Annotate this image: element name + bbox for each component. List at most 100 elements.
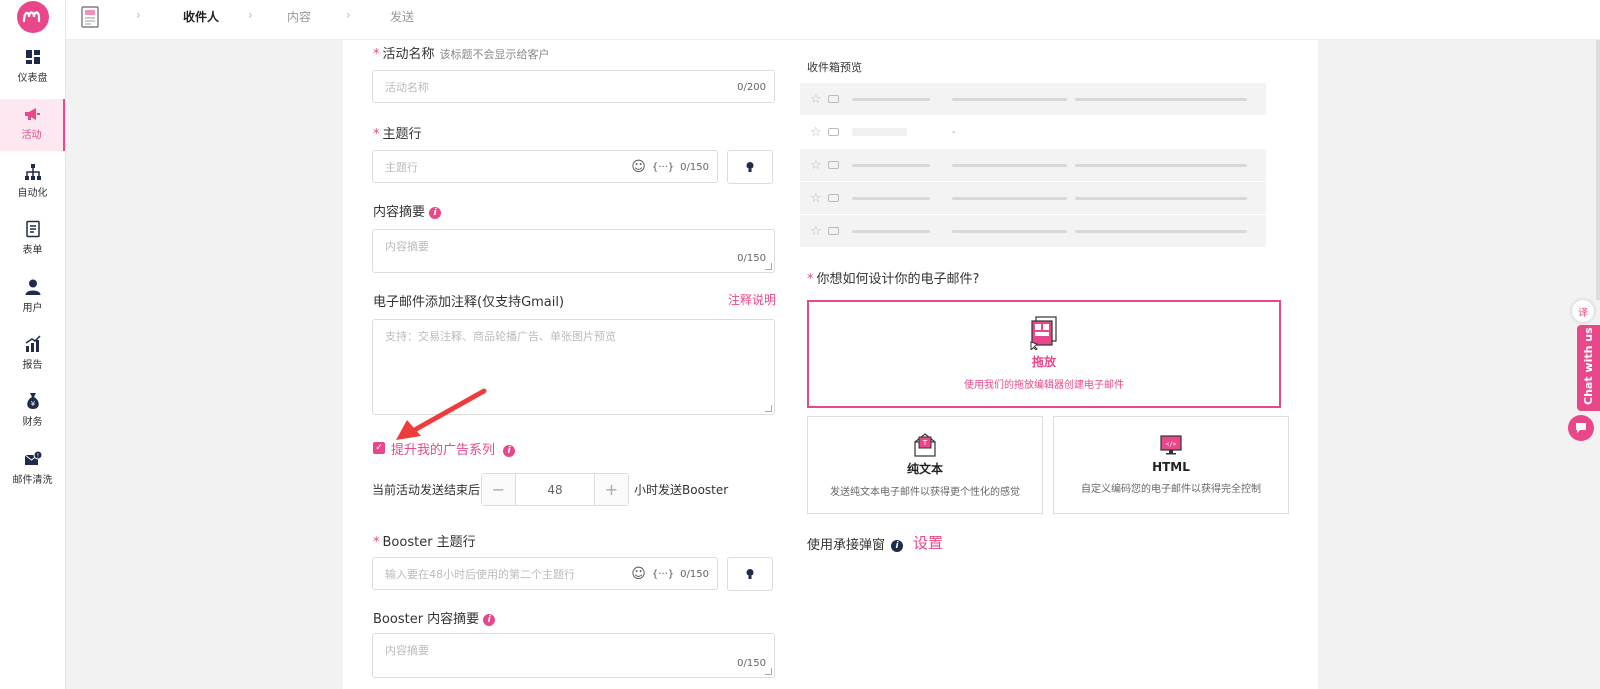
- form-icon: [25, 220, 40, 238]
- campaign-doc-icon: [81, 6, 99, 28]
- inbox-preview: ☆ ☆ - ☆ ☆ ☆: [800, 83, 1266, 248]
- sidebar-item-label: 活动: [21, 130, 42, 141]
- money-bag-icon: ¥: [26, 393, 39, 409]
- preview-row-current: ☆ -: [800, 116, 1266, 149]
- breadcrumb-step-recipients[interactable]: 收件人: [183, 8, 219, 25]
- hours-value[interactable]: 48: [515, 474, 595, 505]
- app-logo[interactable]: [17, 1, 49, 33]
- booster-hours-stepper[interactable]: − 48 +: [481, 473, 629, 506]
- emoji-icon[interactable]: ☺: [631, 159, 646, 175]
- chevron-right-icon: ›: [346, 8, 351, 22]
- variables-icon[interactable]: {···}: [652, 162, 674, 173]
- booster-delay-prefix: 当前活动发送结束后: [372, 483, 481, 497]
- char-count: 0/150: [680, 161, 709, 173]
- booster-subject-suggest-button[interactable]: [727, 557, 773, 591]
- popup-label: 使用承接弹窗 i: [807, 534, 904, 553]
- increment-button[interactable]: +: [595, 474, 628, 505]
- label-tag-icon: [828, 95, 839, 103]
- sidebar-item-mail-cleaning[interactable]: ! 邮件清洗: [0, 444, 65, 496]
- top-bar: › 收件人 › 内容 › 发送: [66, 0, 1600, 40]
- preview-row: ☆: [800, 149, 1266, 182]
- campaign-name-hint: 该标题不会显示给客户: [439, 48, 550, 61]
- sidebar-item-label: 邮件清洗: [12, 475, 53, 486]
- design-option-plain-text[interactable]: T 纯文本 发送纯文本电子邮件以获得更个性化的感觉: [807, 416, 1043, 514]
- svg-text:!: !: [36, 453, 38, 460]
- char-count: 0/150: [680, 568, 709, 580]
- campaign-name-input[interactable]: 活动名称 0/200: [372, 70, 775, 103]
- label-tag-icon: [828, 128, 839, 136]
- chevron-right-icon: ›: [136, 8, 141, 22]
- lightbulb-icon: [746, 569, 754, 579]
- svg-text:T: T: [922, 439, 928, 447]
- summary-label: 内容摘要 i: [373, 201, 442, 220]
- option-title: 拖放: [1031, 355, 1056, 369]
- envelope-icon: T: [914, 433, 936, 457]
- subject-input[interactable]: 主题行 ☺ {···} 0/150: [372, 150, 718, 183]
- star-icon: ☆: [810, 124, 822, 140]
- info-icon[interactable]: i: [891, 540, 904, 552]
- preview-row: ☆: [800, 215, 1266, 248]
- chat-bubble-button[interactable]: [1568, 415, 1594, 441]
- resize-handle[interactable]: [765, 263, 772, 270]
- design-question: * 你想如何设计你的电子邮件?: [807, 272, 980, 287]
- design-option-drag-drop[interactable]: 拖放 使用我们的拖放编辑器创建电子邮件: [807, 300, 1281, 408]
- breadcrumb-step-content[interactable]: 内容: [287, 8, 311, 25]
- translate-button[interactable]: 译: [1572, 300, 1594, 322]
- emoji-icon[interactable]: ☺: [631, 566, 646, 582]
- breadcrumb-step-send[interactable]: 发送: [390, 8, 414, 25]
- sidebar-item-label: 自动化: [17, 188, 48, 199]
- code-monitor-icon: </>: [1160, 435, 1182, 455]
- summary-textarea[interactable]: 内容摘要 0/150: [372, 229, 775, 273]
- info-icon[interactable]: i: [429, 207, 442, 219]
- scrollbar[interactable]: [1596, 40, 1600, 300]
- sidebar-item-label: 报告: [22, 360, 43, 371]
- booster-checkbox[interactable]: ✓: [373, 442, 385, 454]
- sidebar-item-finance[interactable]: ¥ 财务: [0, 386, 65, 438]
- resize-handle[interactable]: [765, 668, 772, 675]
- option-desc: 发送纯文本电子邮件以获得更个性化的感觉: [830, 487, 1020, 498]
- svg-text:¥: ¥: [30, 400, 35, 408]
- preview-row: ☆: [800, 182, 1266, 215]
- option-title: 纯文本: [906, 462, 943, 476]
- label-tag-icon: [828, 227, 839, 235]
- annotation-help-link[interactable]: 注释说明: [728, 291, 776, 308]
- mail-clean-icon: !: [24, 450, 42, 465]
- sidebar-item-campaigns[interactable]: 活动: [0, 99, 65, 151]
- char-count: 0/200: [737, 82, 766, 93]
- chat-icon: [1576, 423, 1586, 433]
- sidebar-item-forms[interactable]: 表单: [0, 214, 65, 266]
- label-tag-icon: [828, 194, 839, 202]
- sidebar-item-automation[interactable]: 自动化: [0, 157, 65, 209]
- subject-suggest-button[interactable]: [727, 150, 773, 184]
- booster-subject-label: * Booster 主题行: [373, 535, 476, 550]
- resize-handle[interactable]: [765, 405, 772, 412]
- preview-row: ☆: [800, 83, 1266, 116]
- chat-with-us-tab[interactable]: Chat with us: [1577, 325, 1600, 411]
- sidebar: 仪表盘 活动 自动化 表单 用户 报告 ¥ 财务 ! 邮件清洗: [0, 0, 66, 689]
- design-option-html[interactable]: </> HTML 自定义编码您的电子邮件以获得完全控制: [1053, 416, 1289, 514]
- option-title: HTML: [1152, 460, 1190, 474]
- megaphone-icon: [24, 108, 40, 120]
- annotation-label: 电子邮件添加注释(仅支持Gmail): [373, 295, 565, 310]
- char-count: 0/150: [737, 658, 766, 669]
- star-icon: ☆: [810, 91, 822, 107]
- decrement-button[interactable]: −: [482, 474, 515, 505]
- booster-subject-input[interactable]: 输入要在48小时后使用的第二个主题行 ☺ {···} 0/150: [372, 557, 718, 590]
- user-icon: [25, 279, 40, 295]
- option-desc: 自定义编码您的电子邮件以获得完全控制: [1081, 484, 1261, 495]
- booster-summary-textarea[interactable]: 内容摘要 0/150: [372, 633, 775, 678]
- star-icon: ☆: [810, 190, 822, 206]
- booster-summary-label: Booster 内容摘要 i: [373, 608, 496, 627]
- sidebar-item-label: 用户: [22, 303, 43, 314]
- sidebar-item-label: 财务: [22, 417, 43, 428]
- star-icon: ☆: [810, 223, 822, 239]
- sidebar-item-users[interactable]: 用户: [0, 272, 65, 324]
- inbox-preview-title: 收件箱预览: [807, 61, 862, 74]
- popup-settings-link[interactable]: 设置: [913, 532, 943, 553]
- sidebar-item-dashboard[interactable]: 仪表盘: [0, 42, 65, 94]
- sidebar-item-reports[interactable]: 报告: [0, 329, 65, 381]
- variables-icon[interactable]: {···}: [652, 569, 674, 580]
- info-icon[interactable]: i: [503, 445, 516, 457]
- star-icon: ☆: [810, 157, 822, 173]
- info-icon[interactable]: i: [483, 614, 496, 626]
